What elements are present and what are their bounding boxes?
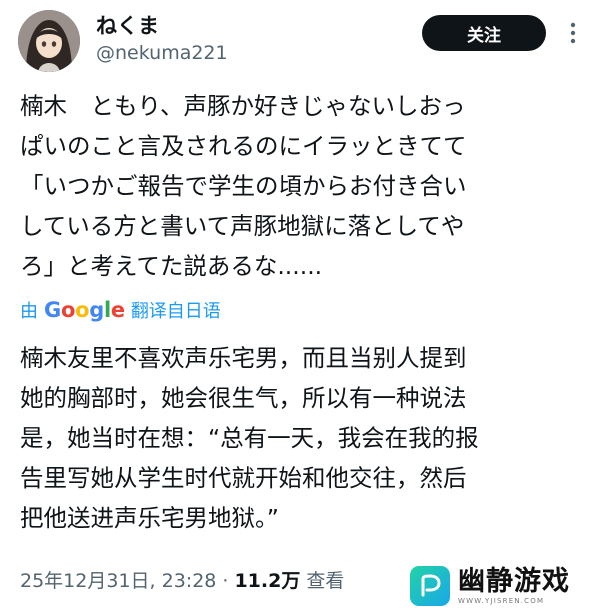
watermark-logo-icon (410, 566, 450, 606)
translation-line: 是，她当时在想：“总有一天，我会在我的报 (20, 424, 479, 452)
translation-line: 把他送进声乐宅男地狱。” (20, 504, 279, 532)
translated-from-link[interactable]: 翻译自日语 (131, 297, 221, 323)
tweet-line: している方と書いて声豚地獄に落としてや (20, 212, 465, 240)
google-logo: Google (44, 298, 125, 322)
user-handle[interactable]: @nekuma221 (96, 42, 228, 64)
views-count: 11.2万 (234, 570, 301, 592)
views-label: 查看 (306, 570, 345, 592)
translation-text: 楠木友里不喜欢声乐宅男，而且当别人提到 她的胸部时，她会很生气，所以有一种说法 … (20, 338, 590, 538)
translation-attribution[interactable]: 由 Google 翻译自日语 (20, 297, 221, 323)
follow-button[interactable]: 关注 (422, 15, 546, 51)
watermark-url: WWW.YJISREN.COM (458, 597, 545, 605)
translation-line: 告里写她从学生时代就开始和他交往，然后 (20, 464, 467, 492)
avatar[interactable] (18, 10, 80, 72)
translation-line: 她的胸部时，她会很生气，所以有一种说法 (20, 384, 467, 412)
tweet-line: 楠木 ともり、声豚か好きじゃないしおっ (20, 92, 466, 120)
translation-line: 楠木友里不喜欢声乐宅男，而且当别人提到 (20, 344, 467, 372)
tweet-line: ろ」と考えてた説あるな...... (20, 252, 323, 280)
tweet-text: 楠木 ともり、声豚か好きじゃないしおっ ぱいのこと言及されるのにイラッときてて … (20, 86, 590, 286)
translate-by-label: 由 (20, 301, 38, 322)
tweet-meta: 25年12月31日, 23:28 · 11.2万 查看 (20, 566, 344, 593)
display-name[interactable]: ねくま (96, 10, 159, 40)
more-vertical-icon[interactable] (560, 20, 586, 46)
watermark: 幽静游戏 WWW.YJISREN.COM (410, 566, 570, 606)
tweet-datetime[interactable]: 25年12月31日, 23:28 · (20, 566, 228, 593)
tweet-line: ぱいのこと言及されるのにイラッときてて (20, 132, 467, 160)
tweet-line: 「いつかご報告で学生の頃からお付き合い (20, 172, 467, 200)
watermark-name: 幽静游戏 (458, 566, 570, 597)
